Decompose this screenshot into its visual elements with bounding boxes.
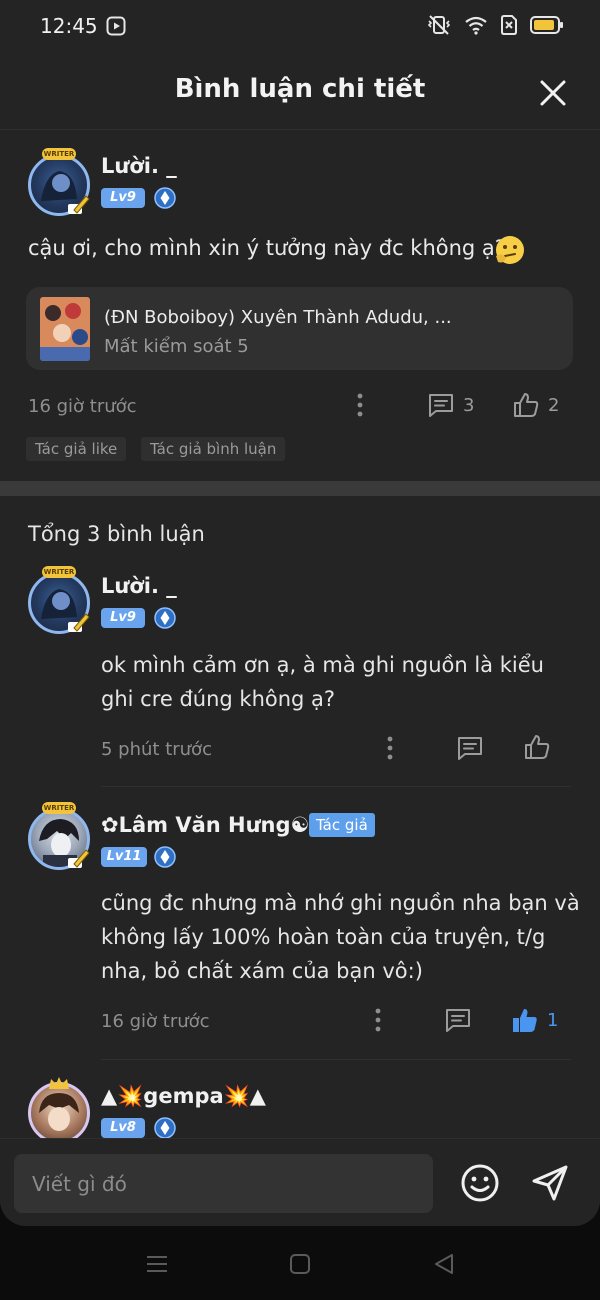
pen-icon [68,849,90,868]
close-icon[interactable] [538,78,568,108]
level-badge: Lv9 [101,188,145,208]
avatar[interactable]: WRITER [24,566,94,636]
reply-separator [101,786,571,787]
reply-username[interactable]: Lười. _ [101,574,177,598]
system-nav-bar [0,1226,600,1300]
reply-time: 5 phút trước [101,739,212,760]
more-options-icon[interactable] [350,392,370,418]
like-count: 1 [547,1009,559,1031]
comment-detail-screen: 12:45 Bình luận chi tiết WRITER Lười. _ … [0,0,600,1226]
level-badge: Lv11 [101,847,147,867]
pen-icon [68,195,90,214]
avatar[interactable]: WRITER [24,802,94,872]
reply-time: 16 giờ trước [101,1011,210,1032]
thumbs-up-icon [525,735,550,759]
back-nav-icon[interactable] [432,1252,456,1276]
page-title: Bình luận chi tiết [174,74,426,104]
author-tag: Tác giả [309,813,375,837]
app-notification-icon [106,16,126,36]
level-badge: Lv9 [101,608,145,628]
comment-icon [446,1009,470,1032]
story-cover [40,297,90,361]
diamond-badge-icon [154,846,176,868]
like-button[interactable]: 1 [511,1005,558,1035]
thinking-emoji-icon [496,236,524,264]
comment-username[interactable]: Lười. _ [101,154,177,178]
reply-count: 3 [463,394,475,416]
replies-total-label: Tổng 3 bình luận [28,522,205,546]
story-title: (ĐN Boboiboy) Xuyên Thành Adudu, ... [104,307,452,328]
section-divider [0,481,600,496]
vibrate-off-icon [427,15,451,35]
comment-time: 16 giờ trước [28,396,137,417]
send-icon[interactable] [530,1163,570,1203]
comment-icon [429,394,453,417]
thumbs-up-icon [514,393,539,417]
comment-input-bar [0,1138,600,1226]
comment-input[interactable] [14,1154,433,1213]
reply-username[interactable]: ▲💥gempa💥▲ [101,1084,266,1109]
status-bar: 12:45 [0,0,600,56]
like-button[interactable]: 2 [512,390,559,420]
avatar[interactable] [24,1076,94,1146]
comment-icon [458,737,482,760]
diamond-badge-icon [154,1117,176,1139]
more-options-icon[interactable] [380,735,400,761]
pen-icon [68,613,90,632]
sim-off-icon [501,15,517,35]
reply-button[interactable] [444,1005,472,1035]
avatar[interactable]: WRITER [24,148,94,218]
like-count: 2 [548,394,560,416]
reply-button[interactable] [456,733,484,763]
home-nav-icon[interactable] [288,1252,312,1276]
level-badge: Lv8 [101,1118,145,1138]
header: Bình luận chi tiết [0,56,600,130]
writer-badge: WRITER [42,566,76,578]
tag-author-commented: Tác giả bình luận [141,437,286,461]
status-icons [426,14,564,36]
reply-separator [101,1059,571,1060]
wifi-icon [465,16,487,35]
writer-badge: WRITER [42,802,76,814]
diamond-badge-icon [154,187,176,209]
story-card[interactable]: (ĐN Boboiboy) Xuyên Thành Adudu, ... Mất… [26,287,573,370]
crown-icon [49,1077,69,1089]
more-options-icon[interactable] [368,1007,388,1033]
writer-badge: WRITER [42,148,76,160]
reply-text: ok mình cảm ơn ạ, à mà ghi nguồn là kiểu… [101,653,544,711]
menu-nav-icon[interactable] [145,1252,169,1276]
reply-text: cũng đc nhưng mà nhớ ghi nguồn nha bạn v… [101,891,580,983]
story-chapter: Mất kiểm soát 5 [104,336,249,357]
tag-author-liked: Tác giả like [26,437,127,461]
emoji-icon[interactable] [460,1163,500,1203]
thumbs-up-filled-icon [513,1008,537,1032]
reply-username[interactable]: ✿Lâm Văn Hưng☯ [101,813,309,837]
reply-button[interactable]: 3 [427,390,474,420]
diamond-badge-icon [154,607,176,629]
status-time: 12:45 [40,14,98,38]
avatar-image [28,1082,90,1144]
like-button[interactable] [523,732,551,762]
comment-text: cậu ơi, cho mình xin ý tưởng này đc khôn… [28,236,506,260]
battery-icon [530,16,563,34]
